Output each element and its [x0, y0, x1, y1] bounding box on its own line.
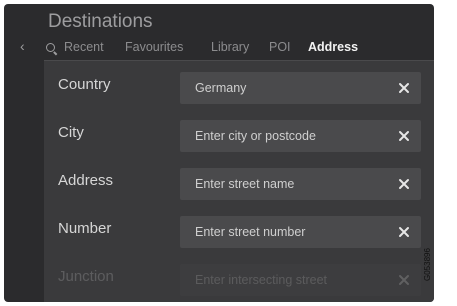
- country-field[interactable]: Germany: [180, 72, 421, 104]
- close-icon[interactable]: [397, 81, 411, 95]
- city-field[interactable]: Enter city or postcode: [180, 120, 421, 152]
- page-title: Destinations: [48, 11, 153, 32]
- navigation-screen: Destinations ‹ Recent Favourites Library…: [4, 4, 434, 302]
- search-icon[interactable]: [46, 43, 55, 52]
- number-label: Number: [58, 220, 112, 237]
- country-label: Country: [58, 76, 111, 93]
- tab-library[interactable]: Library: [211, 40, 249, 54]
- city-placeholder: Enter city or postcode: [195, 129, 316, 143]
- junction-label: Junction: [58, 268, 114, 285]
- country-value: Germany: [195, 81, 247, 95]
- image-code-text: G053896: [423, 248, 432, 281]
- address-placeholder: Enter street name: [195, 177, 295, 191]
- city-label: City: [58, 124, 84, 141]
- address-field[interactable]: Enter street name: [180, 168, 421, 200]
- close-icon[interactable]: [397, 129, 411, 143]
- number-field[interactable]: Enter street number: [180, 216, 421, 248]
- tab-address[interactable]: Address: [308, 40, 358, 54]
- tab-poi[interactable]: POI: [269, 40, 291, 54]
- tab-favourites[interactable]: Favourites: [125, 40, 183, 54]
- chevron-left-icon[interactable]: ‹: [20, 38, 25, 54]
- number-placeholder: Enter street number: [195, 225, 306, 239]
- image-code: G053896: [423, 248, 435, 287]
- close-icon[interactable]: [397, 273, 411, 287]
- close-icon[interactable]: [397, 177, 411, 191]
- junction-field[interactable]: Enter intersecting street: [180, 264, 421, 296]
- close-icon[interactable]: [397, 225, 411, 239]
- tab-recent[interactable]: Recent: [64, 40, 104, 54]
- address-label: Address: [58, 172, 114, 189]
- junction-placeholder: Enter intersecting street: [195, 273, 328, 287]
